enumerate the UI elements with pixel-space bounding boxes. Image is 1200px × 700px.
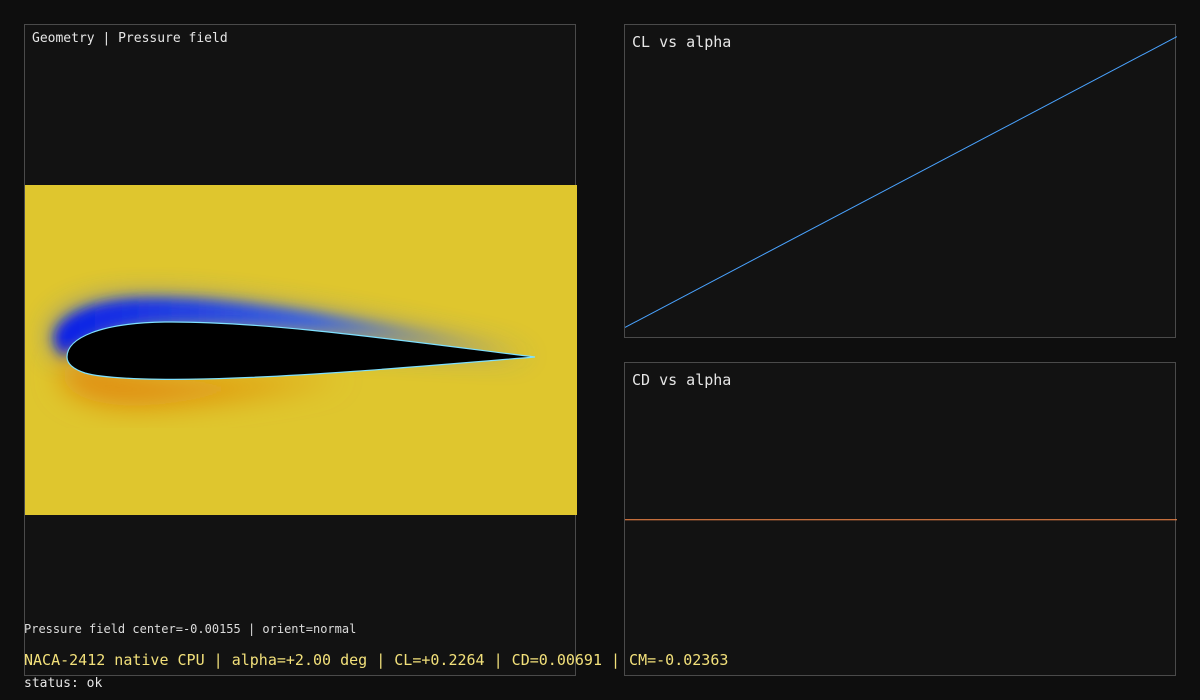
cd-plot-panel: CD vs alpha <box>624 362 1177 676</box>
geometry-panel-title: Geometry | Pressure field <box>32 31 228 46</box>
cd-plot-title: CD vs alpha <box>632 371 732 389</box>
results-summary: NACA-2412 native CPU | alpha=+2.00 deg |… <box>24 651 729 669</box>
cl-vs-alpha-chart <box>625 36 1177 328</box>
cd-vs-alpha-chart <box>625 519 1177 521</box>
pressure-field-info: Pressure field center=-0.00155 | orient=… <box>24 622 357 636</box>
status-text: status: ok <box>24 676 103 691</box>
cl-plot-panel: CL vs alpha <box>624 24 1177 338</box>
cl-series-line <box>625 36 1177 328</box>
pressure-field-view <box>25 185 577 515</box>
cl-plot-title: CL vs alpha <box>632 33 732 51</box>
geometry-panel: Geometry | Pressure field <box>24 24 577 676</box>
